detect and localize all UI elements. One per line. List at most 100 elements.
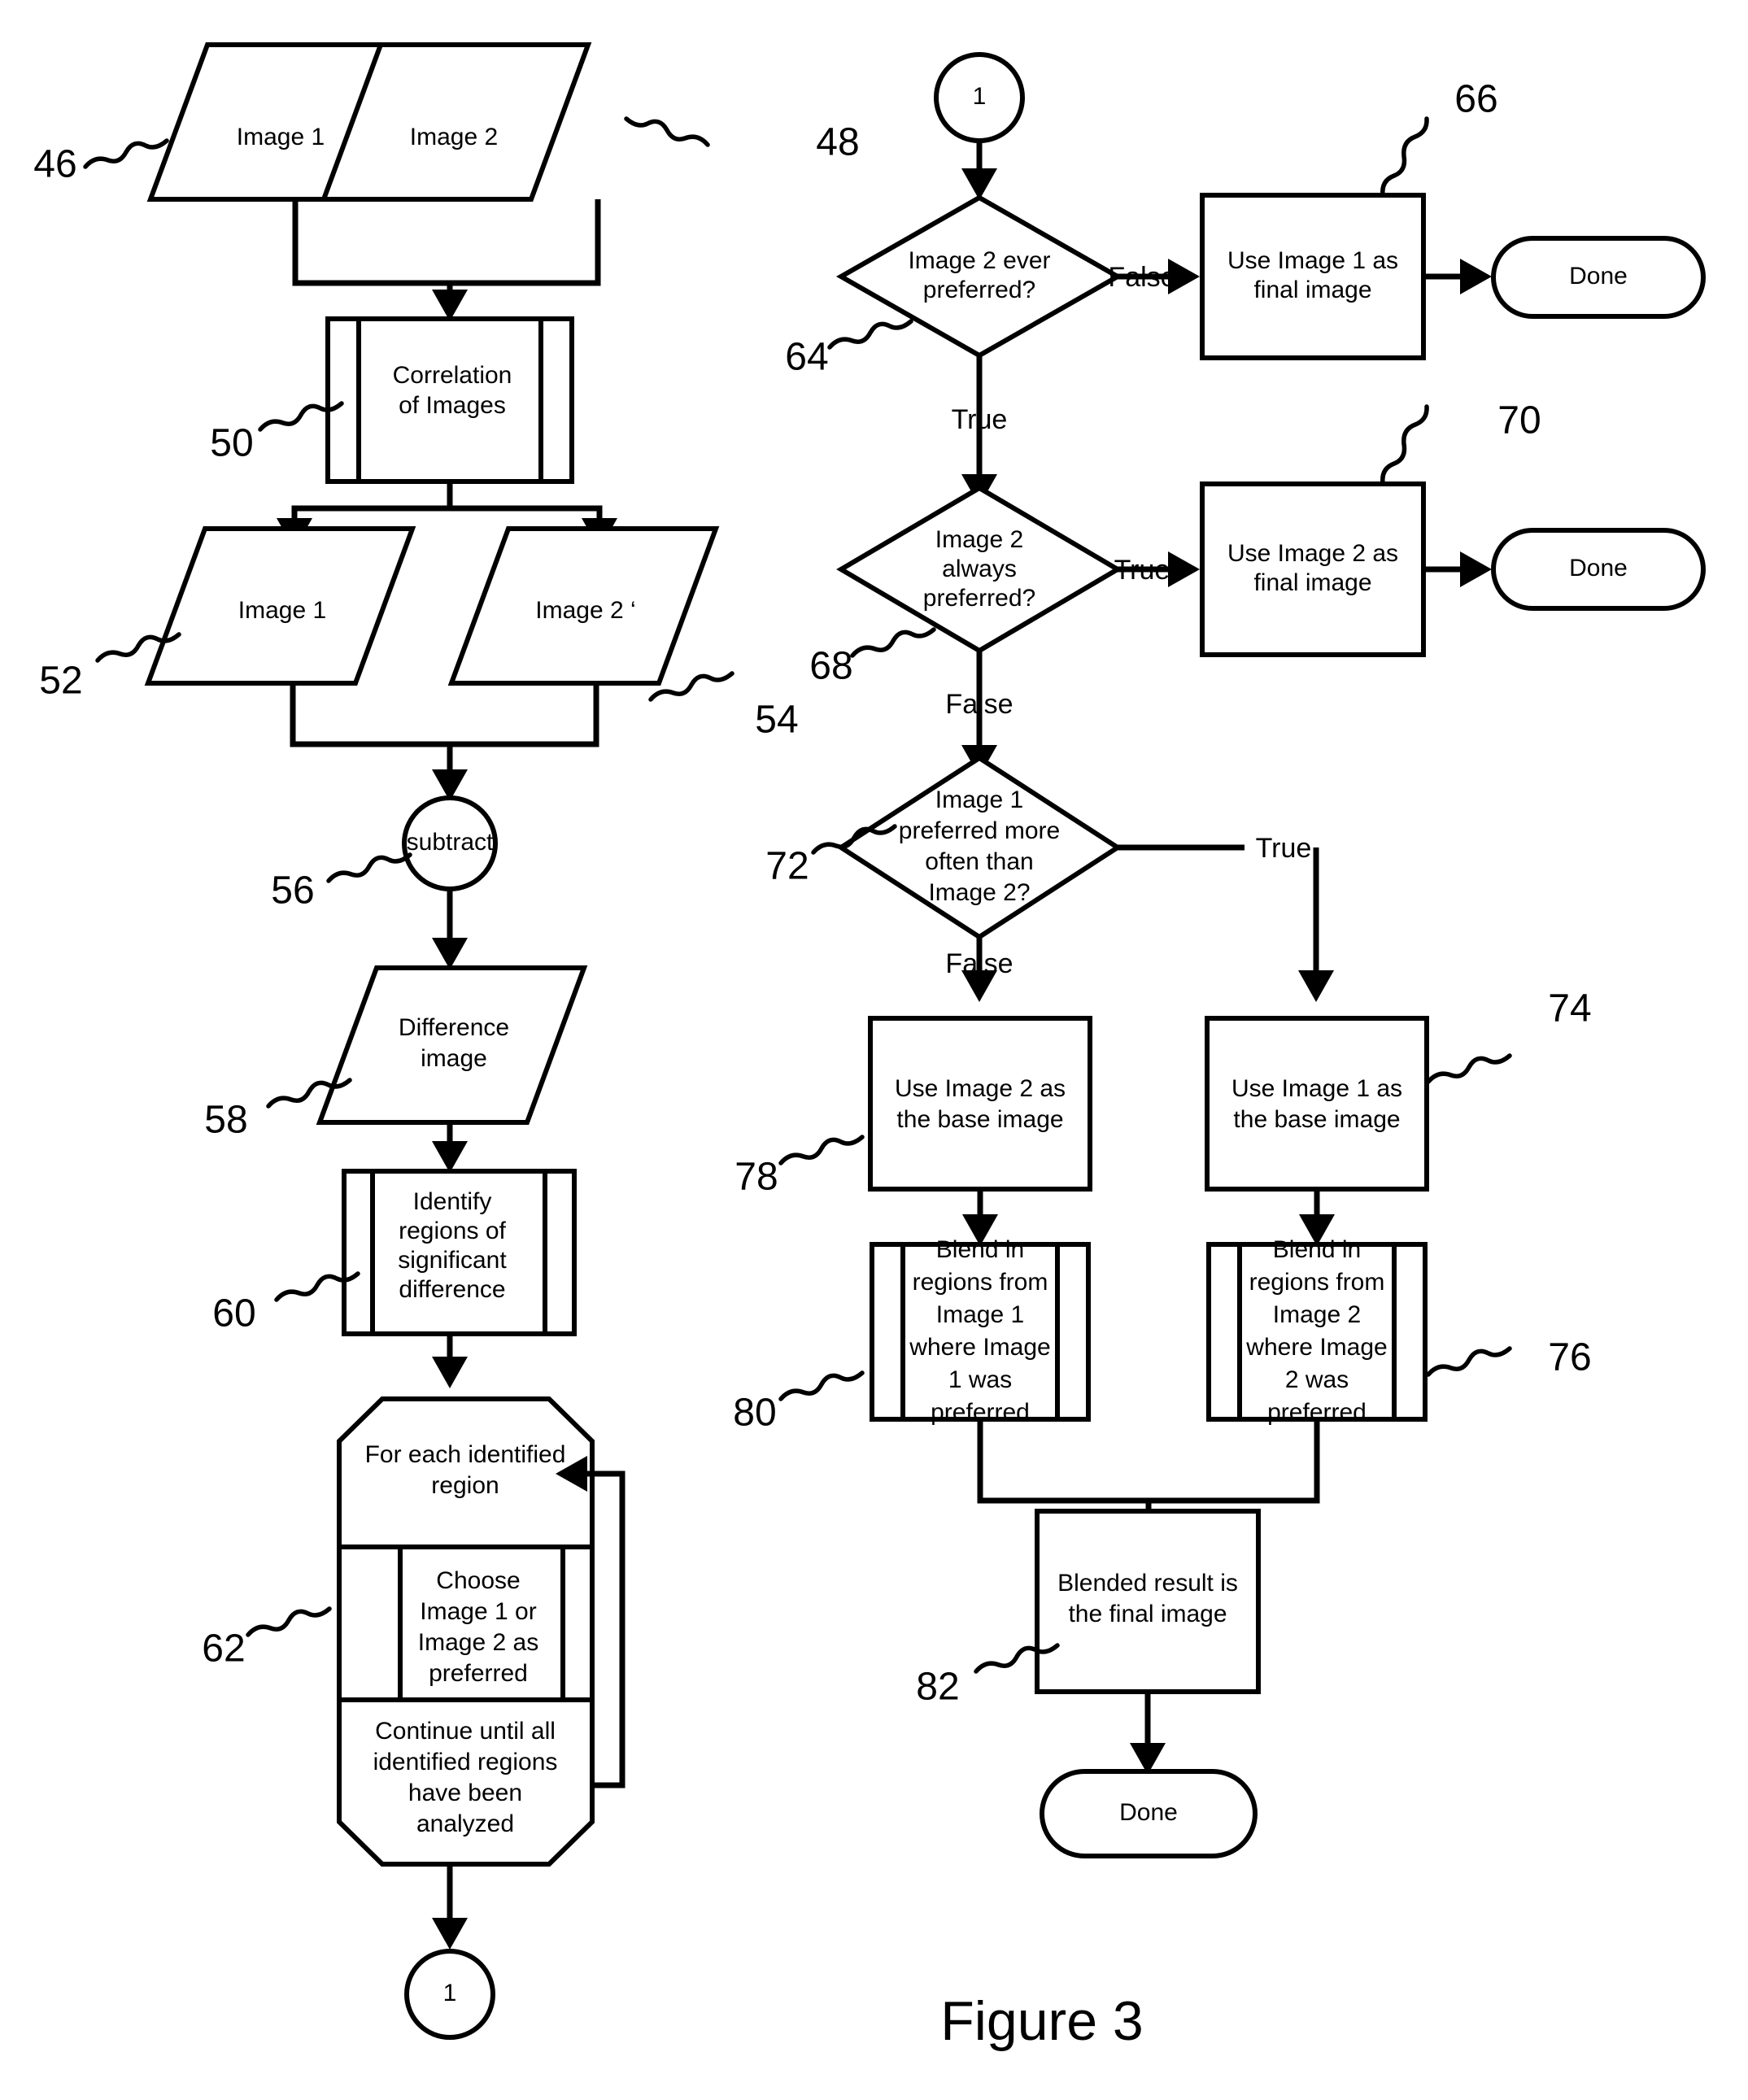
edge-label-more-true: True bbox=[1256, 833, 1312, 864]
ref-number-82: 82 bbox=[916, 1666, 959, 1709]
node-decision-image1-preferred-more-often: Image 1 preferred more often than Image … bbox=[836, 755, 1122, 940]
connector-label: 1 bbox=[973, 83, 987, 110]
node-label-line-1: Blend in bbox=[936, 1236, 1024, 1263]
edge-blend2-to-blended bbox=[1149, 1419, 1320, 1504]
ref-number-62: 62 bbox=[202, 1627, 245, 1671]
ref-number-52: 52 bbox=[39, 660, 82, 703]
leader-squiggle-64 bbox=[827, 319, 913, 350]
node-image2-corrected: Image 2 ‘ bbox=[447, 526, 720, 686]
ref-number-76: 76 bbox=[1548, 1336, 1591, 1379]
connector-in-1: 1 bbox=[934, 52, 1025, 143]
node-done-2: Done bbox=[1491, 528, 1706, 611]
node-label-line-3: preferred? bbox=[923, 585, 1035, 612]
node-decision-image2-ever-preferred: Image 2 ever preferred? bbox=[835, 194, 1123, 359]
arrowhead bbox=[432, 1357, 468, 1388]
leader-squiggle-66 bbox=[1380, 116, 1429, 198]
node-blend-image1: Blend in regions from Image 1 where Imag… bbox=[870, 1236, 1091, 1426]
node-subtract: subtract bbox=[402, 795, 498, 891]
node-label-line-2: final image bbox=[1253, 277, 1371, 303]
process-box bbox=[1205, 1016, 1429, 1192]
node-label-line-1: Blended result is bbox=[1057, 1570, 1238, 1597]
node-label-line-5: 2 was bbox=[1285, 1366, 1349, 1393]
ref-number-58: 58 bbox=[204, 1099, 247, 1142]
ref-number-46: 46 bbox=[33, 143, 76, 186]
node-label-line-2: the base image bbox=[896, 1106, 1063, 1133]
leader-squiggle-70 bbox=[1380, 404, 1429, 486]
arrowhead bbox=[1168, 551, 1200, 587]
connector-label: 1 bbox=[443, 1980, 457, 2006]
ref-number-78: 78 bbox=[735, 1156, 778, 1199]
node-label-line-3: Image 2 bbox=[1273, 1301, 1361, 1328]
ref-number-70: 70 bbox=[1497, 399, 1541, 442]
arrowhead bbox=[1460, 259, 1492, 294]
node-label-line-1: Correlation bbox=[393, 362, 512, 389]
node-done-3: Done bbox=[1040, 1769, 1258, 1858]
node-label-line-2: image bbox=[421, 1045, 487, 1072]
node-label-line-1: Blend in bbox=[1273, 1236, 1361, 1263]
node-label-line-1: Use Image 1 as bbox=[1231, 1075, 1402, 1102]
node-label: Image 1 bbox=[238, 597, 326, 624]
leader-squiggle-74 bbox=[1426, 1053, 1512, 1084]
node-label: Image 2 ‘ bbox=[535, 597, 635, 624]
node-label-line-4: difference bbox=[399, 1276, 505, 1303]
loop-footer-line-1: Continue until all bbox=[375, 1718, 556, 1745]
node-done-1: Done bbox=[1491, 236, 1706, 319]
node-label: Image 2 bbox=[410, 124, 498, 150]
node-label: Done bbox=[1569, 263, 1628, 290]
node-label-line-4: where Image bbox=[1245, 1334, 1387, 1361]
node-label-line-2: of Images bbox=[399, 392, 506, 419]
edge-image2c-to-subtract bbox=[450, 683, 599, 747]
leader-squiggle-80 bbox=[778, 1370, 865, 1401]
edge-label-ever-true: True bbox=[952, 404, 1008, 435]
edge-image1c-to-subtract bbox=[290, 683, 453, 789]
node-label-line-3: often than bbox=[925, 848, 1033, 875]
node-label-line-1: Image 1 bbox=[935, 786, 1023, 813]
node-blended-final: Blended result is the final image bbox=[1035, 1509, 1261, 1694]
node-label-line-2: the final image bbox=[1068, 1601, 1227, 1627]
node-label-line-2: always bbox=[942, 555, 1017, 582]
edge-label-always-false: False bbox=[945, 689, 1013, 720]
node-label-line-2: regions from bbox=[1249, 1269, 1385, 1296]
ref-number-56: 56 bbox=[271, 869, 314, 913]
node-label-line-2: the base image bbox=[1233, 1106, 1400, 1133]
node-use-image2-final: Use Image 2 as final image bbox=[1200, 481, 1426, 657]
ref-number-72: 72 bbox=[765, 845, 809, 888]
loop-header-line-1: For each identified bbox=[365, 1441, 566, 1468]
node-label-line-1: Use Image 2 as bbox=[1227, 540, 1398, 567]
node-label-line-2: preferred? bbox=[923, 277, 1035, 303]
node-label-line-2: regions from bbox=[913, 1269, 1048, 1296]
leader-squiggle-56 bbox=[326, 852, 412, 883]
arrowhead bbox=[1298, 970, 1334, 1002]
node-label-line-1: Use Image 1 as bbox=[1227, 247, 1398, 274]
edge-image2-to-correlation bbox=[450, 199, 601, 286]
node-use-image1-base: Use Image 1 as the base image bbox=[1205, 1016, 1429, 1192]
node-label-line-3: Image 1 bbox=[936, 1301, 1024, 1328]
node-loop-for-each-region: For each identified region Choose Image … bbox=[337, 1396, 595, 1867]
node-label-line-2: preferred more bbox=[899, 817, 1060, 844]
ref-number-64: 64 bbox=[785, 336, 828, 379]
node-label: Image 1 bbox=[237, 124, 325, 150]
loop-footer-line-4: analyzed bbox=[416, 1810, 514, 1837]
arrowhead bbox=[1460, 551, 1492, 587]
ref-number-68: 68 bbox=[809, 645, 852, 688]
node-label-line-1: Difference bbox=[399, 1014, 509, 1041]
node-difference-image: Difference image bbox=[316, 965, 588, 1125]
edge-label-always-true: True bbox=[1114, 555, 1170, 586]
loop-footer-line-3: have been bbox=[408, 1780, 522, 1806]
node-use-image2-base: Use Image 2 as the base image bbox=[868, 1016, 1092, 1192]
ref-number-60: 60 bbox=[212, 1292, 255, 1335]
arrowhead bbox=[961, 970, 997, 1002]
loop-header-line-2: region bbox=[431, 1472, 499, 1499]
node-label-line-5: 1 was bbox=[948, 1366, 1012, 1393]
ref-number-54: 54 bbox=[755, 699, 798, 742]
node-label: Done bbox=[1569, 555, 1628, 582]
ref-number-80: 80 bbox=[733, 1392, 776, 1435]
node-label-line-2: regions of bbox=[399, 1218, 506, 1244]
arrowhead bbox=[432, 1918, 468, 1950]
node-label-line-4: Image 2? bbox=[928, 879, 1030, 906]
leader-squiggle-68 bbox=[850, 627, 936, 658]
loop-body-line-1: Choose bbox=[436, 1567, 520, 1594]
node-use-image1-final: Use Image 1 as final image bbox=[1200, 193, 1426, 360]
patent-figure-3: Image 1 46 Image 2 48 Correlation of Ima… bbox=[0, 0, 1748, 2100]
arrowhead bbox=[432, 1141, 468, 1173]
